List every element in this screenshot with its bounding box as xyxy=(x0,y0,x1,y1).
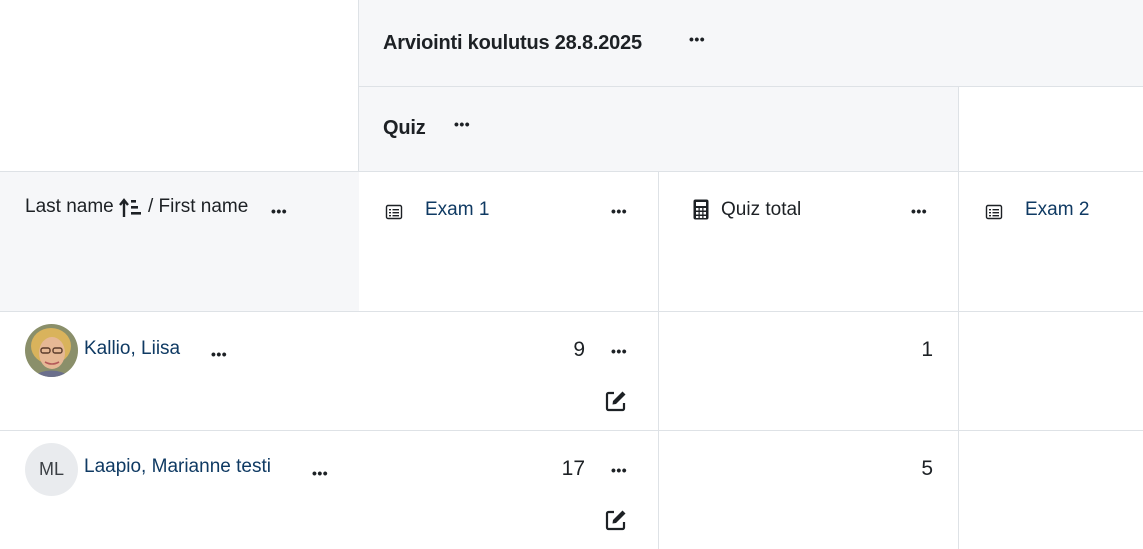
user-actions-menu[interactable] xyxy=(211,343,227,363)
grade-value[interactable]: 17 xyxy=(562,457,585,481)
user-photo xyxy=(25,324,78,377)
name-column-header: Last name / First name xyxy=(0,172,360,312)
header-corner xyxy=(0,0,359,172)
quiz-total-label: Quiz total xyxy=(721,199,802,220)
grade-actions-menu[interactable] xyxy=(611,459,627,479)
last-name-label: Last name xyxy=(25,196,114,217)
quiz-total-actions-menu[interactable] xyxy=(911,200,927,220)
grade-value: 5 xyxy=(921,457,933,480)
subcategory-title: Quiz xyxy=(383,117,426,139)
grade-value: 1 xyxy=(921,338,933,361)
first-name-sort-link[interactable]: / First name xyxy=(148,196,248,218)
category-header: Arviointi koulutus 28.8.2025 xyxy=(359,0,1143,87)
grade-actions-menu[interactable] xyxy=(611,340,627,360)
grade-value[interactable]: 9 xyxy=(573,338,585,362)
category-title: Arviointi koulutus 28.8.2025 xyxy=(383,32,642,54)
category-actions-menu[interactable] xyxy=(689,28,705,48)
grade-cell-quiz-total: 1 xyxy=(659,312,959,431)
avatar[interactable]: ML xyxy=(25,443,78,496)
column-header-exam-1: Exam 1 xyxy=(359,172,659,312)
edit-icon[interactable] xyxy=(604,508,628,532)
exam-2-link[interactable]: Exam 2 xyxy=(1025,199,1089,221)
edit-icon[interactable] xyxy=(604,389,628,413)
quiz-icon xyxy=(385,204,403,220)
exam-1-actions-menu[interactable] xyxy=(611,200,627,220)
last-name-sort-link[interactable]: Last name xyxy=(25,196,114,218)
grade-cell-quiz-total: 5 xyxy=(659,431,959,549)
grade-cell-exam-1[interactable]: 9 xyxy=(359,312,659,431)
subcategory-header: Quiz xyxy=(359,87,959,172)
grade-cell-exam-2[interactable] xyxy=(959,312,1143,431)
column-header-exam-2: Exam 2 xyxy=(959,172,1143,312)
grader-table: Arviointi koulutus 28.8.2025 Quiz Last n… xyxy=(0,0,1143,549)
exam-1-link[interactable]: Exam 1 xyxy=(425,199,489,221)
user-actions-menu[interactable] xyxy=(312,462,328,482)
table-row-user-cell: Kallio, Liisa xyxy=(0,312,360,431)
subcategory-actions-menu[interactable] xyxy=(454,113,470,133)
table-row-user-cell: ML Laapio, Marianne testi xyxy=(0,431,360,549)
grade-cell-exam-2[interactable] xyxy=(959,431,1143,549)
avatar-initials: ML xyxy=(38,459,64,479)
user-name-link[interactable]: Laapio, Marianne testi xyxy=(84,456,271,478)
grade-cell-exam-1[interactable]: 17 xyxy=(359,431,659,549)
sort-ascending-icon[interactable] xyxy=(119,197,143,219)
column-header-quiz-total: Quiz total xyxy=(659,172,959,312)
name-column-actions-menu[interactable] xyxy=(271,200,287,220)
user-name-link[interactable]: Kallio, Liisa xyxy=(84,338,180,360)
quiz-icon xyxy=(985,204,1003,220)
calculator-icon xyxy=(693,199,709,220)
subcategory-filler xyxy=(959,87,1143,172)
avatar[interactable] xyxy=(25,324,78,377)
